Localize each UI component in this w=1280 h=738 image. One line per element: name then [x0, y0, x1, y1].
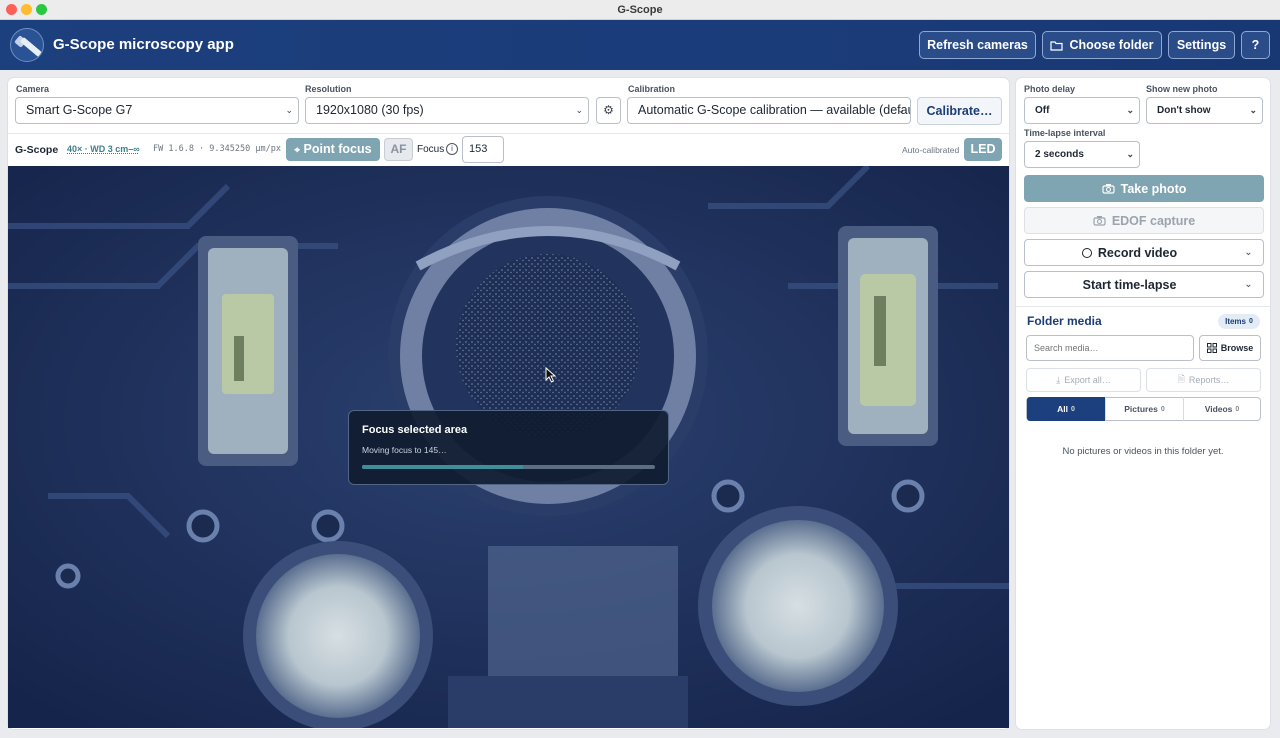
tab-pictures[interactable]: Pictures 0 — [1105, 397, 1183, 421]
brand-label: G-Scope — [15, 144, 59, 156]
mouse-cursor-icon — [545, 367, 557, 383]
autofocus-button[interactable]: AF — [384, 138, 413, 161]
record-video-options-button[interactable]: ⌄ — [1234, 239, 1264, 266]
tab-pictures-label: Pictures — [1124, 404, 1158, 414]
tab-videos-count: 0 — [1235, 405, 1240, 413]
empty-media-message: No pictures or videos in this folder yet… — [1062, 446, 1224, 457]
tab-all-count: 0 — [1070, 405, 1075, 413]
items-count: 0 — [1249, 318, 1253, 325]
edof-capture-label: EDOF capture — [1111, 213, 1196, 228]
chevron-down-icon: ⌄ — [285, 105, 293, 115]
browse-label: Browse — [1220, 343, 1254, 353]
browse-button[interactable]: Browse — [1199, 335, 1261, 361]
download-icon: ⤓ — [1056, 374, 1061, 385]
camera-icon — [1093, 216, 1106, 226]
search-media-input[interactable] — [1026, 335, 1194, 361]
crosshair-icon: ⌖ — [294, 145, 301, 156]
tab-videos-label: Videos — [1204, 404, 1233, 414]
tab-videos[interactable]: Videos 0 — [1183, 397, 1260, 421]
edof-capture-button[interactable]: EDOF capture — [1024, 207, 1264, 234]
chevron-down-icon: ⌄ — [1126, 149, 1134, 159]
choose-folder-label: Choose folder — [1069, 38, 1154, 52]
chevron-down-icon: ⌄ — [1249, 105, 1257, 115]
reports-button[interactable]: 🗎 Reports… — [1146, 368, 1261, 392]
items-label: Items — [1225, 317, 1246, 326]
calibrate-button[interactable]: Calibrate… — [917, 97, 1002, 125]
calibration-select-value: Automatic G-Scope calibration — availabl… — [638, 103, 911, 117]
refresh-cameras-button[interactable]: Refresh cameras — [919, 31, 1036, 59]
chevron-down-icon: ⌄ — [1244, 279, 1253, 290]
window-title: G-Scope — [617, 4, 663, 16]
grid-icon — [1206, 343, 1217, 353]
app-header: G-Scope microscopy app Refresh cameras C… — [0, 20, 1280, 70]
start-timelapse-label: Start time-lapse — [1082, 277, 1177, 292]
led-toggle-button[interactable]: LED — [964, 138, 1002, 161]
start-timelapse-button[interactable]: Start time-lapse — [1024, 271, 1235, 298]
toast-title: Focus selected area — [362, 424, 468, 436]
resolution-select-value: 1920x1080 (30 fps) — [316, 103, 424, 117]
record-video-button[interactable]: Record video — [1024, 239, 1235, 266]
show-new-photo-select[interactable]: Don't show ⌄ — [1146, 97, 1263, 124]
export-all-button[interactable]: ⤓ Export all… — [1026, 368, 1141, 392]
camera-select-value: Smart G-Scope G7 — [26, 103, 133, 117]
calibration-label: Calibration — [628, 84, 676, 94]
focus-progress-fill — [362, 465, 524, 469]
timelapse-interval-select[interactable]: 2 seconds ⌄ — [1024, 141, 1140, 168]
chevron-down-icon: ⌄ — [1126, 105, 1134, 115]
timelapse-options-button[interactable]: ⌄ — [1234, 271, 1264, 298]
camera-label: Camera — [16, 84, 50, 94]
show-new-photo-value: Don't show — [1157, 105, 1211, 116]
record-video-label: Record video — [1097, 245, 1178, 260]
microscope-logo-icon — [10, 28, 44, 62]
timelapse-interval-value: 2 seconds — [1035, 149, 1084, 160]
close-window-icon[interactable] — [6, 4, 17, 15]
camera-icon — [1102, 184, 1115, 194]
choose-folder-button[interactable]: Choose folder — [1042, 31, 1162, 59]
chevron-down-icon: ⌄ — [575, 105, 583, 115]
take-photo-label: Take photo — [1120, 181, 1187, 196]
focus-label: Focus — [417, 144, 445, 155]
tab-all[interactable]: All 0 — [1027, 397, 1105, 421]
resolution-select[interactable]: 1920x1080 (30 fps) ⌄ — [305, 97, 589, 124]
show-new-photo-label: Show new photo — [1146, 84, 1218, 94]
settings-button[interactable]: Settings — [1168, 31, 1235, 59]
point-focus-button[interactable]: ⌖ Point focus — [286, 138, 380, 161]
info-icon[interactable]: i — [446, 143, 458, 155]
focus-progress-toast: Focus selected area Moving focus to 145… — [348, 410, 669, 485]
items-count-badge: Items 0 — [1218, 314, 1260, 329]
photo-delay-label: Photo delay — [1024, 84, 1076, 94]
timelapse-interval-label: Time-lapse interval — [1024, 128, 1106, 138]
tab-all-label: All — [1057, 404, 1068, 414]
folder-icon — [1050, 40, 1064, 51]
window-titlebar: G-Scope — [0, 0, 1280, 20]
toast-message: Moving focus to 145… — [362, 445, 447, 455]
reports-label: Reports… — [1188, 375, 1230, 385]
export-all-label: Export all… — [1064, 375, 1111, 385]
help-button[interactable]: ? — [1241, 31, 1270, 59]
document-icon: 🗎 — [1177, 374, 1185, 384]
take-photo-button[interactable]: Take photo — [1024, 175, 1264, 202]
auto-calibrated-status: Auto-calibrated — [902, 145, 960, 155]
calibration-select[interactable]: Automatic G-Scope calibration — availabl… — [627, 97, 911, 124]
resolution-settings-button[interactable]: ⚙ — [596, 97, 621, 124]
app-title: G-Scope microscopy app — [53, 36, 234, 53]
gear-icon: ⚙ — [603, 103, 614, 117]
minimize-window-icon[interactable] — [21, 4, 32, 15]
chevron-down-icon: ⌄ — [1244, 247, 1253, 258]
camera-select[interactable]: Smart G-Scope G7 ⌄ — [15, 97, 299, 124]
photo-delay-value: Off — [1035, 105, 1050, 116]
focus-value-input[interactable]: 153 — [462, 136, 504, 163]
resolution-label: Resolution — [305, 84, 352, 94]
record-circle-icon — [1081, 247, 1092, 258]
divider — [1016, 306, 1270, 307]
maximize-window-icon[interactable] — [36, 4, 47, 15]
folder-media-title: Folder media — [1027, 314, 1102, 328]
focus-progress-bar — [362, 465, 655, 469]
point-focus-label: Point focus — [303, 142, 372, 156]
firmware-info: FW 1.6.8 · 9.345250 µm/px — [153, 144, 281, 154]
photo-delay-select[interactable]: Off ⌄ — [1024, 97, 1140, 124]
lens-info-link[interactable]: 40× · WD 3 cm–∞ — [67, 144, 140, 154]
chevron-down-icon: ⌄ — [897, 105, 905, 115]
tab-pictures-count: 0 — [1160, 405, 1165, 413]
